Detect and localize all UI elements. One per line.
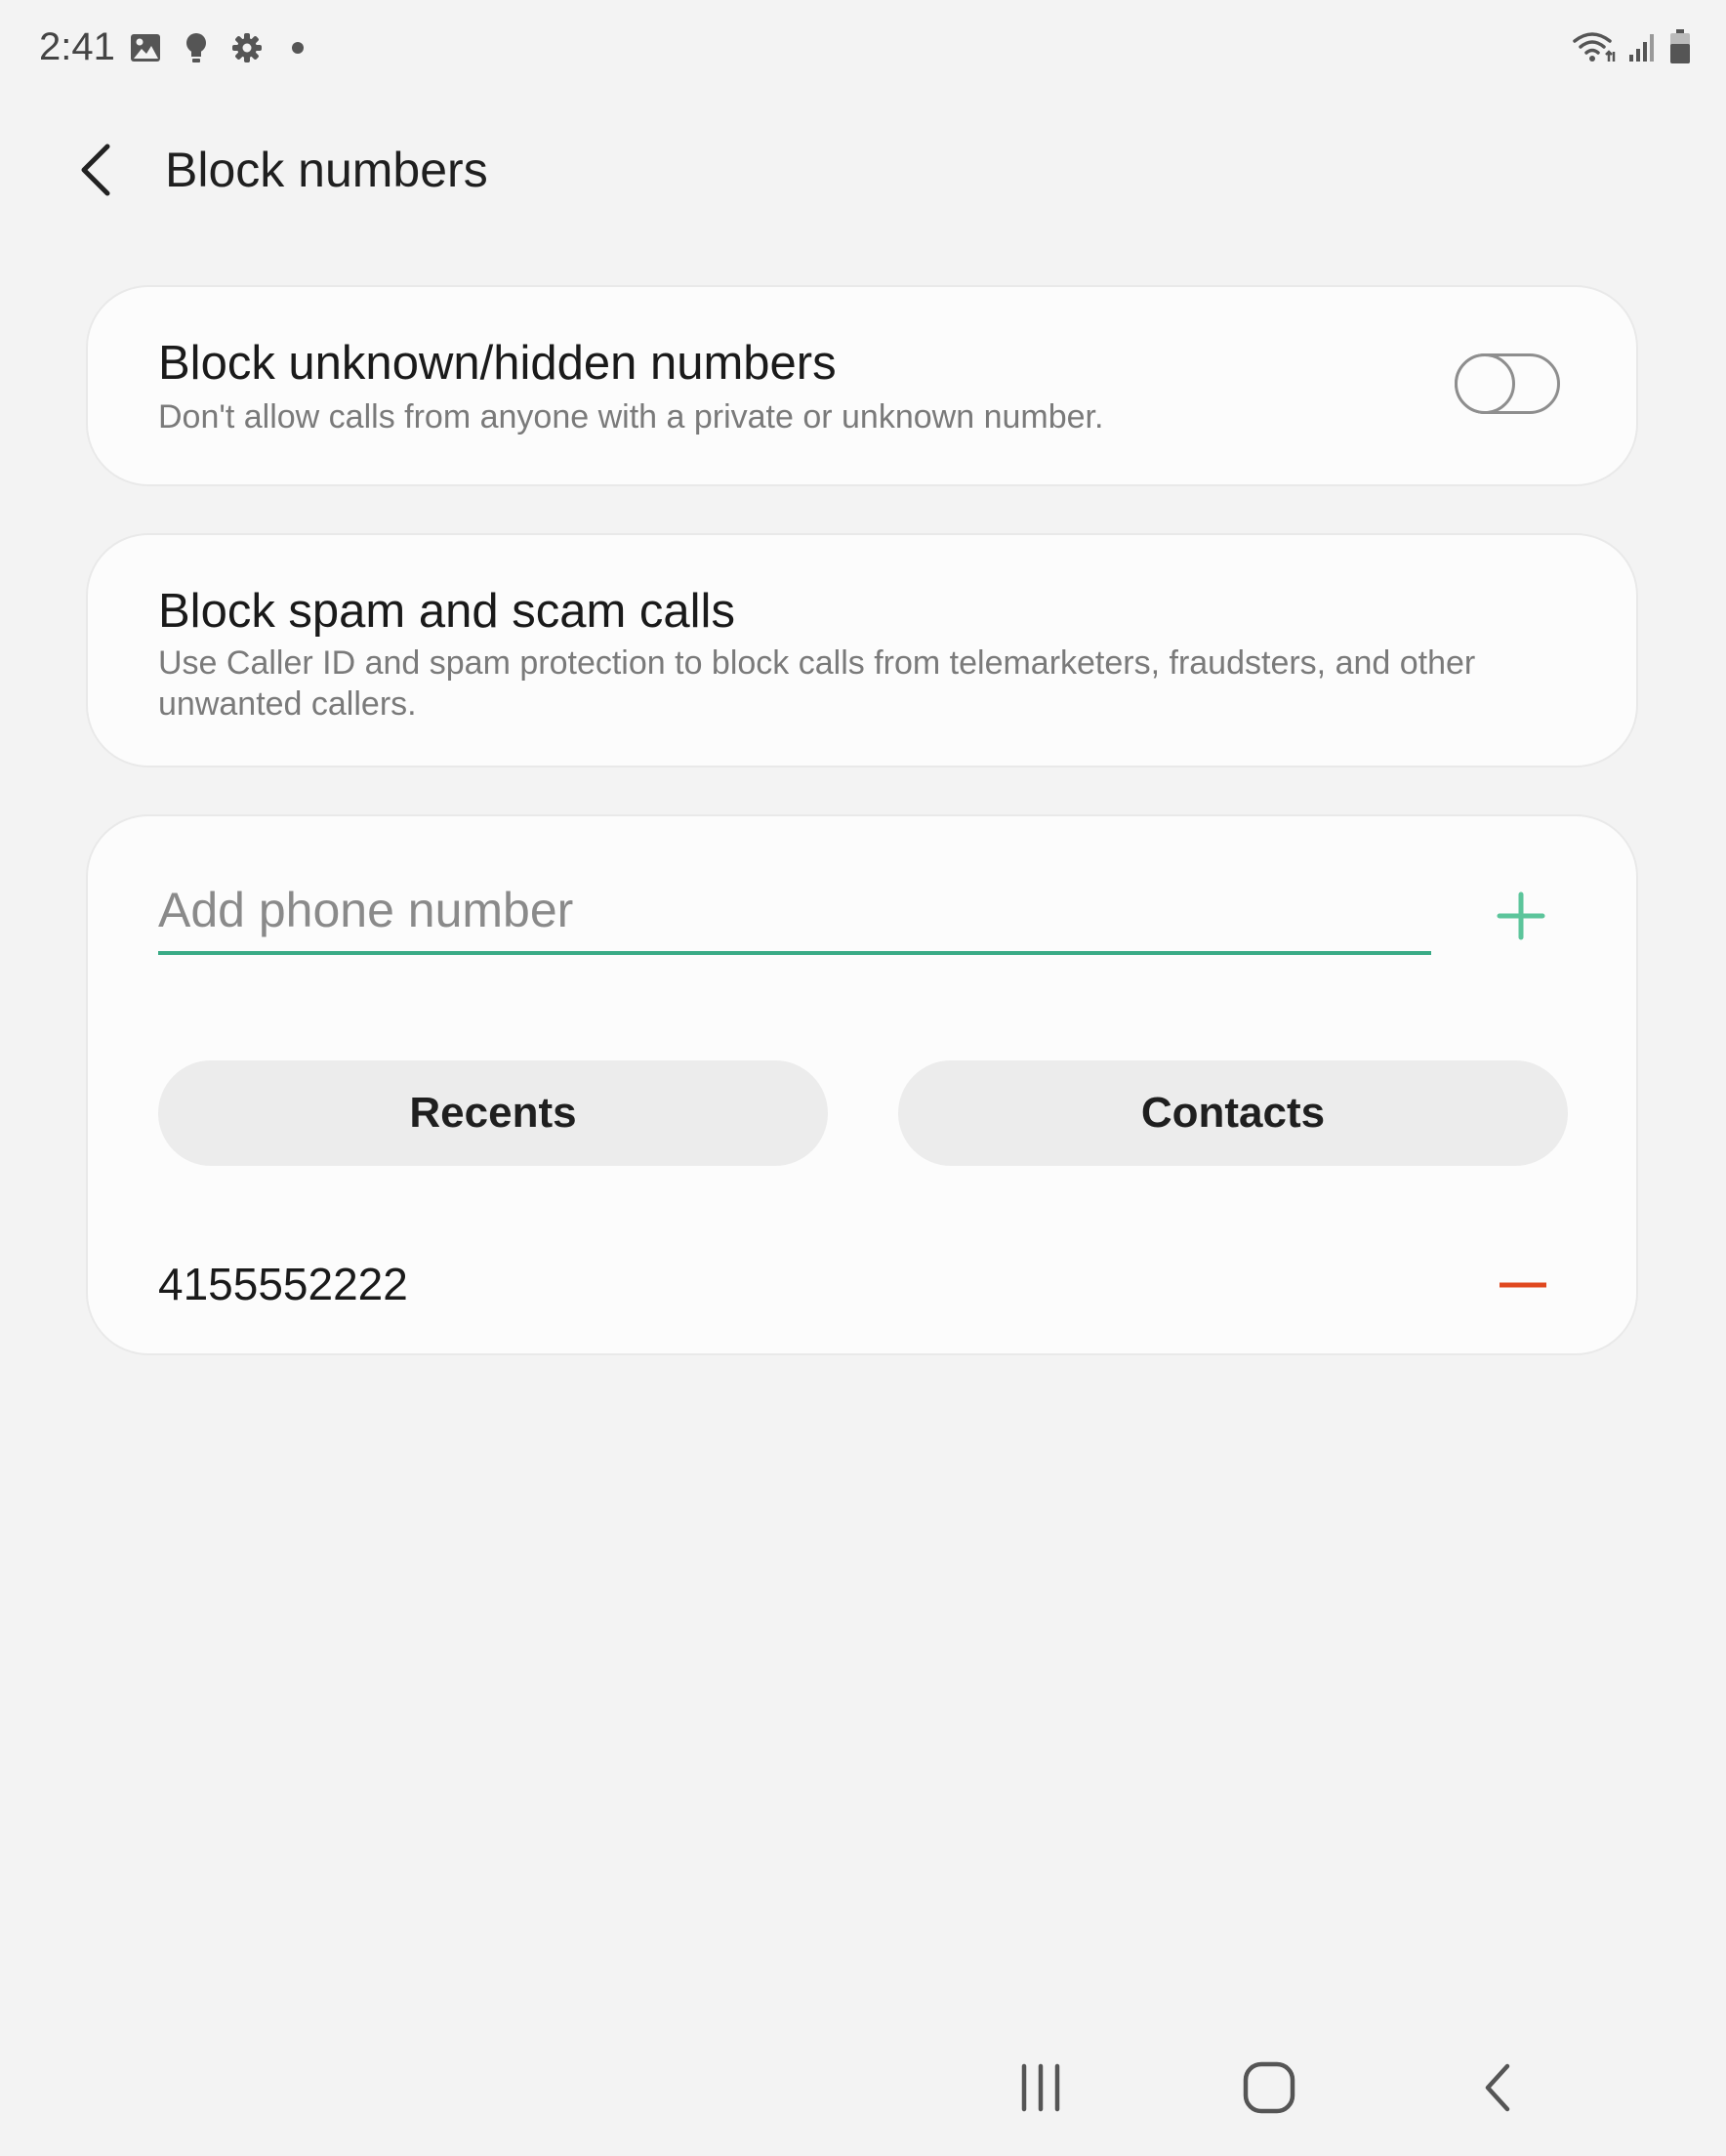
block-unknown-description: Don't allow calls from anyone with a pri…: [158, 398, 1104, 435]
wifi-icon: [1572, 30, 1617, 68]
nav-back-button[interactable]: [1459, 2049, 1537, 2127]
phone-number-input[interactable]: [158, 869, 1431, 955]
minus-icon: [1500, 1282, 1546, 1288]
signal-icon: [1628, 31, 1658, 67]
page-title: Block numbers: [165, 143, 488, 197]
status-time: 2:41: [39, 25, 115, 68]
block-unknown-card[interactable]: Block unknown/hidden numbers Don't allow…: [86, 285, 1638, 486]
home-button[interactable]: [1230, 2049, 1308, 2127]
recents-button[interactable]: Recents: [158, 1060, 828, 1166]
chevron-left-icon: [81, 144, 110, 196]
block-unknown-toggle[interactable]: [1455, 353, 1560, 414]
plus-icon: [1497, 891, 1545, 940]
navigation-bar: [0, 2019, 1726, 2156]
status-bar: 2:41: [0, 0, 1726, 98]
home-icon: [1243, 2061, 1295, 2114]
blocked-number-row: 4155552222: [158, 1246, 1566, 1324]
block-spam-title: Block spam and scam calls: [158, 585, 735, 638]
lightbulb-icon: [180, 31, 213, 64]
remove-number-button[interactable]: [1494, 1256, 1552, 1314]
add-number-card: Recents Contacts 4155552222: [86, 814, 1638, 1355]
status-right-icons: [1572, 29, 1691, 69]
block-unknown-title: Block unknown/hidden numbers: [158, 337, 837, 390]
battery-icon: [1669, 29, 1691, 69]
back-icon: [1485, 2063, 1510, 2112]
toggle-knob: [1455, 353, 1515, 414]
settings-icon: [230, 31, 264, 64]
app-header: Block numbers: [0, 117, 1726, 225]
recent-apps-icon: [1021, 2063, 1060, 2112]
block-spam-card[interactable]: Block spam and scam calls Use Caller ID …: [86, 533, 1638, 767]
back-button[interactable]: [66, 141, 125, 199]
status-left-icons: [129, 31, 314, 64]
dot-icon: [281, 31, 314, 64]
image-icon: [129, 31, 162, 64]
recent-apps-button[interactable]: [1002, 2049, 1080, 2127]
blocked-number: 4155552222: [158, 1259, 408, 1309]
add-number-button[interactable]: [1492, 887, 1550, 945]
block-spam-description: Use Caller ID and spam protection to blo…: [158, 644, 1476, 723]
contacts-button[interactable]: Contacts: [898, 1060, 1568, 1166]
